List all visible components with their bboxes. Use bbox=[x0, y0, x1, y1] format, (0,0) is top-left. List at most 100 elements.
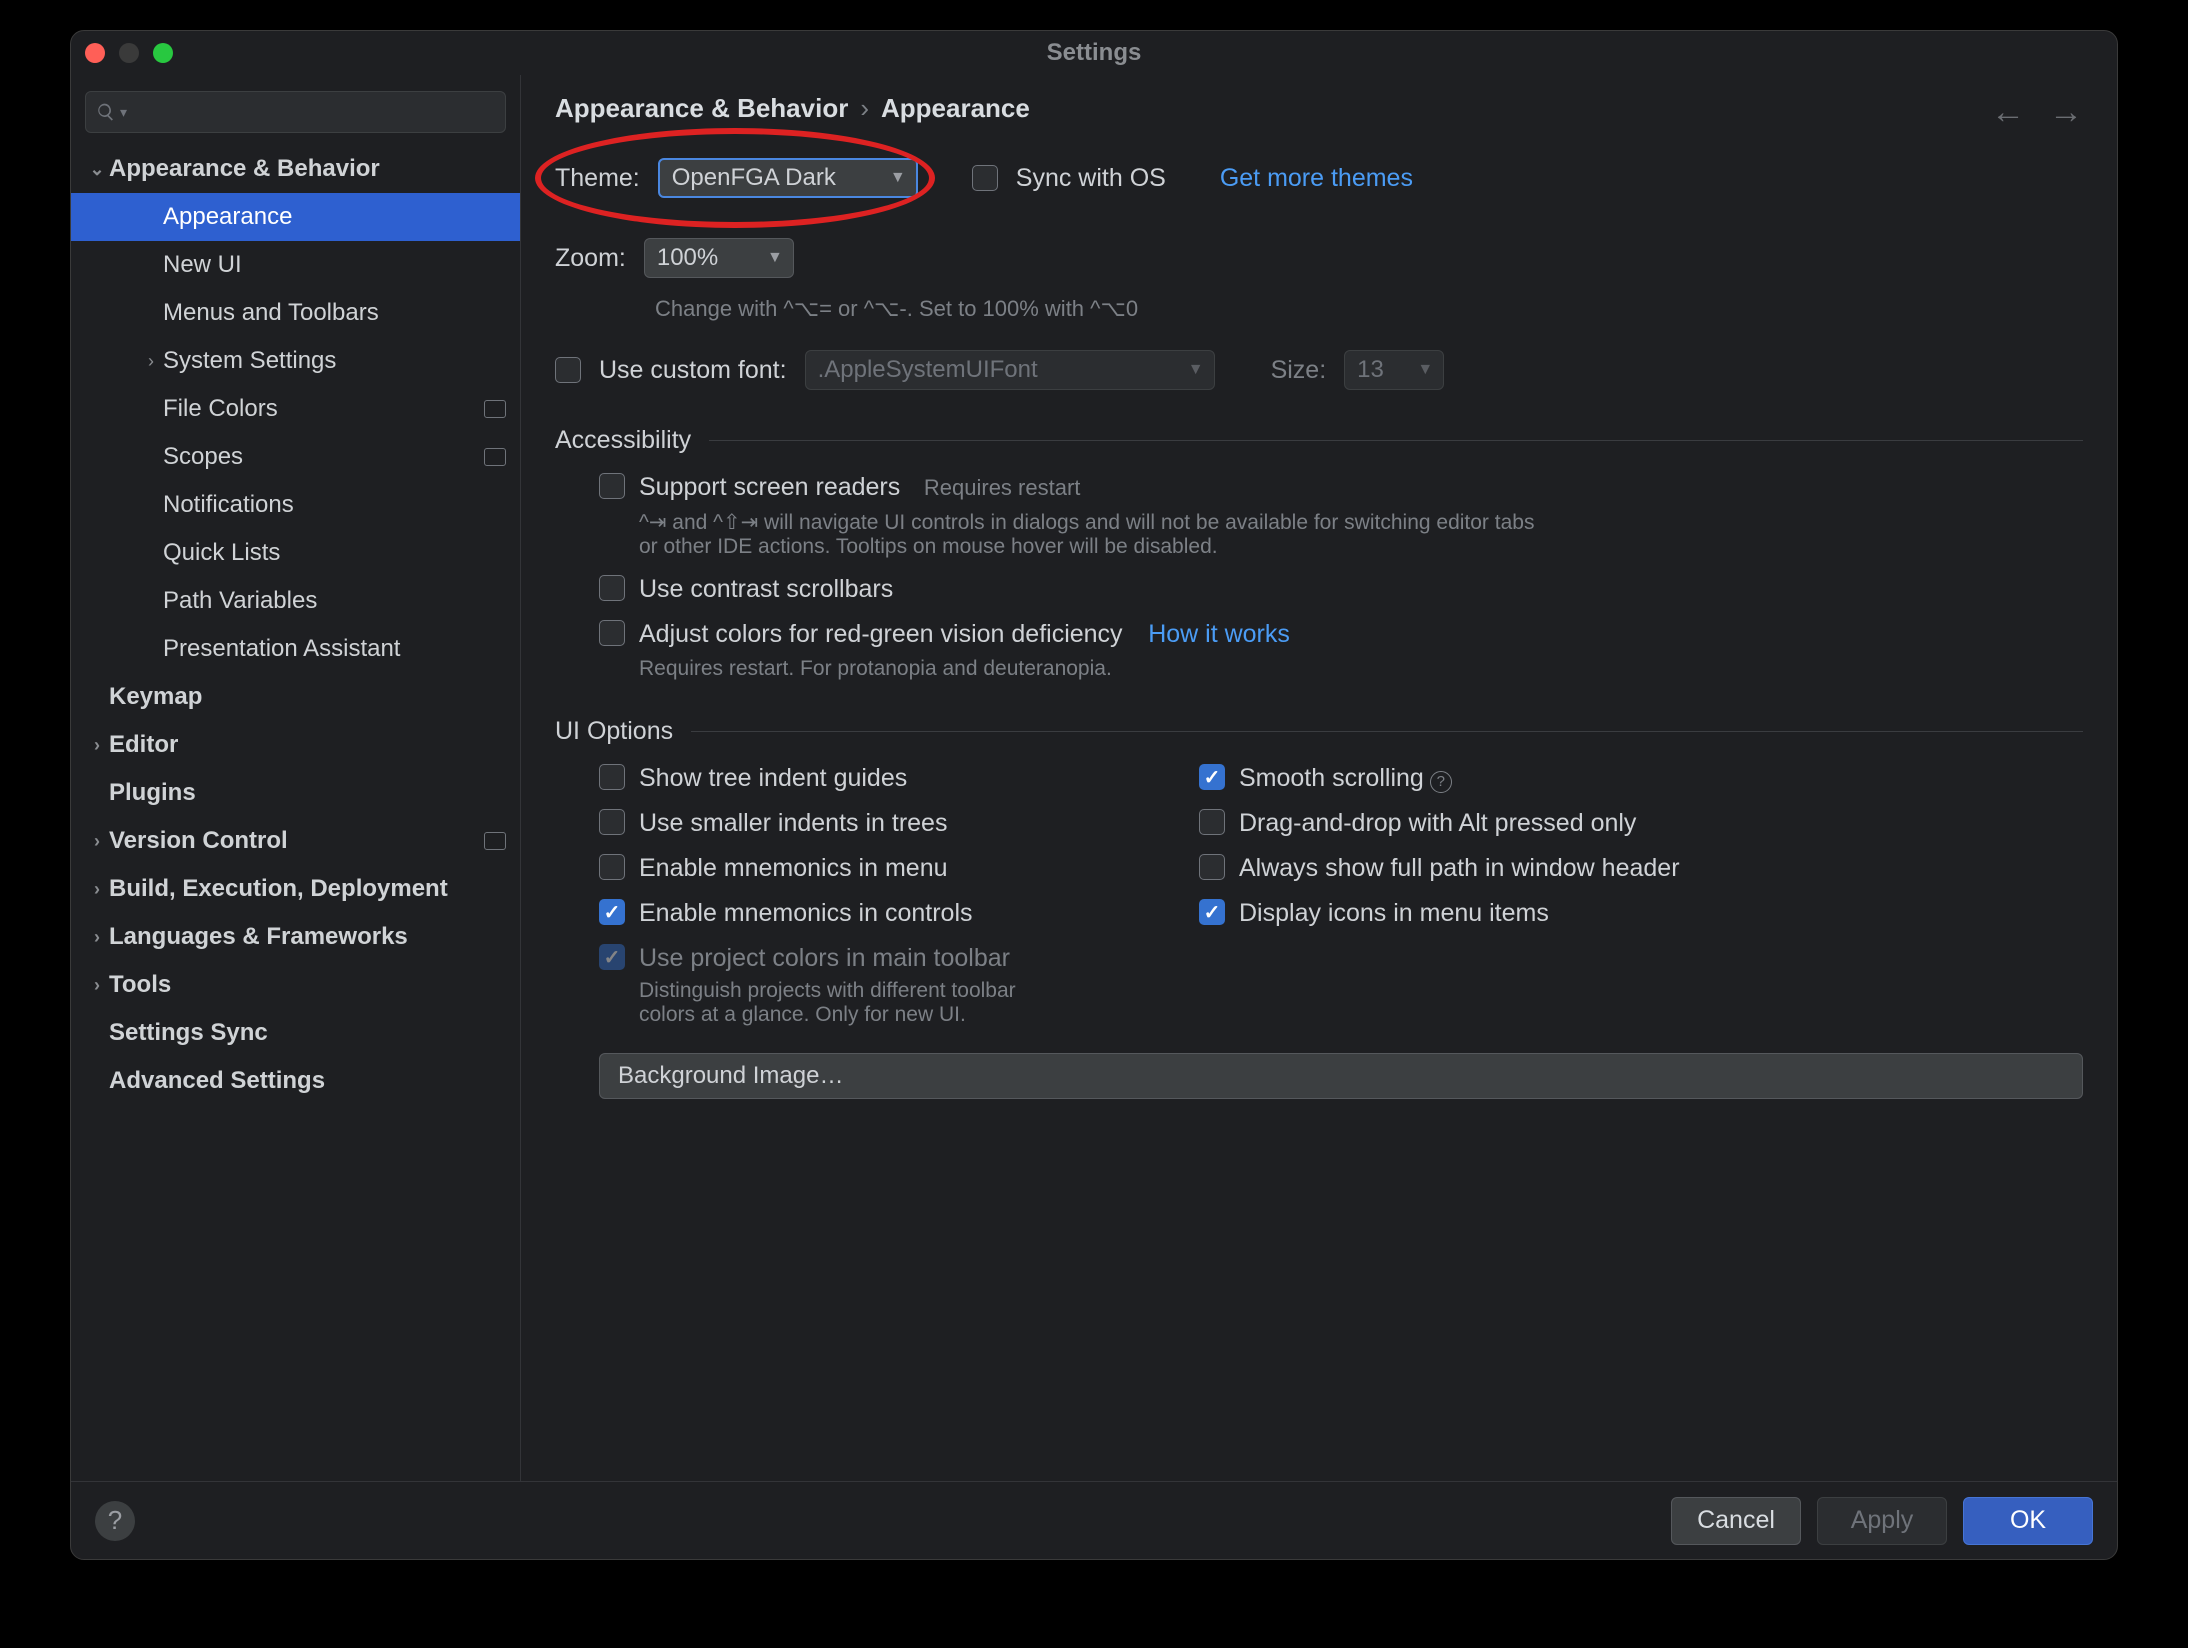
settings-sidebar: ▾ ⌄Appearance & Behavior Appearance New UI… bbox=[71, 75, 521, 1481]
custom-font-checkbox[interactable] bbox=[555, 357, 581, 383]
sidebar-item-scopes[interactable]: Scopes bbox=[71, 433, 520, 481]
option-checkbox[interactable] bbox=[1199, 854, 1225, 880]
help-button[interactable]: ? bbox=[95, 1501, 135, 1541]
sidebar-item-label: Plugins bbox=[109, 779, 196, 807]
sidebar-item-file-colors[interactable]: File Colors bbox=[71, 385, 520, 433]
get-more-themes-link[interactable]: Get more themes bbox=[1220, 164, 1413, 193]
sidebar-item-label: Editor bbox=[109, 731, 178, 759]
ok-button[interactable]: OK bbox=[1963, 1497, 2093, 1545]
sidebar-item-notifications[interactable]: Notifications bbox=[71, 481, 520, 529]
option-checkbox[interactable] bbox=[1199, 899, 1225, 925]
nav-history: ← → bbox=[1991, 93, 2083, 132]
sidebar-item-editor[interactable]: ›Editor bbox=[71, 721, 520, 769]
option-checkbox bbox=[599, 944, 625, 970]
ui-options-section: UI Options bbox=[555, 717, 2083, 746]
sidebar-item-label: Presentation Assistant bbox=[163, 635, 400, 663]
scope-tag-icon bbox=[484, 400, 506, 418]
settings-tree: ⌄Appearance & Behavior Appearance New UI Me… bbox=[71, 145, 520, 1481]
sidebar-item-keymap[interactable]: Keymap bbox=[71, 673, 520, 721]
section-title-text: UI Options bbox=[555, 717, 673, 746]
how-it-works-link[interactable]: How it works bbox=[1148, 620, 1290, 648]
color-deficiency-checkbox[interactable] bbox=[599, 620, 625, 646]
sidebar-item-label: Tools bbox=[109, 971, 171, 999]
sidebar-item-tools[interactable]: ›Tools bbox=[71, 961, 520, 1009]
sidebar-item-presentation-assistant[interactable]: Presentation Assistant bbox=[71, 625, 520, 673]
search-dropdown-caret: ▾ bbox=[120, 104, 127, 121]
sync-with-os-checkbox[interactable] bbox=[972, 165, 998, 191]
sidebar-item-plugins[interactable]: Plugins bbox=[71, 769, 520, 817]
forward-button[interactable]: → bbox=[2049, 93, 2083, 132]
chevron-down-icon: ▼ bbox=[767, 249, 783, 267]
search-field[interactable]: ▾ bbox=[85, 91, 506, 133]
option-checkbox[interactable] bbox=[599, 854, 625, 880]
breadcrumb-root[interactable]: Appearance & Behavior bbox=[555, 93, 848, 124]
back-button[interactable]: ← bbox=[1991, 93, 2025, 132]
option-checkbox[interactable] bbox=[599, 899, 625, 925]
close-window-button[interactable] bbox=[85, 43, 105, 63]
option-row: Use project colors in main toolbar Distin… bbox=[599, 944, 1119, 1027]
font-value: .AppleSystemUIFont bbox=[818, 356, 1038, 384]
scope-tag-icon bbox=[484, 448, 506, 466]
ui-options-left: Show tree indent guidesUse smaller inden… bbox=[599, 764, 1119, 1043]
option-row: Drag-and-drop with Alt pressed only bbox=[1199, 809, 1719, 838]
sidebar-item-appearance-behavior[interactable]: ⌄Appearance & Behavior bbox=[71, 145, 520, 193]
sidebar-item-label: Appearance bbox=[163, 203, 292, 231]
custom-font-row: Use custom font: .AppleSystemUIFont ▼ Si… bbox=[555, 350, 2083, 390]
sidebar-item-label: Path Variables bbox=[163, 587, 317, 615]
sidebar-item-new-ui[interactable]: New UI bbox=[71, 241, 520, 289]
sidebar-item-advanced-settings[interactable]: Advanced Settings bbox=[71, 1057, 520, 1105]
sidebar-item-system-settings[interactable]: ›System Settings bbox=[71, 337, 520, 385]
theme-label: Theme: bbox=[555, 164, 640, 193]
search-icon bbox=[96, 102, 116, 122]
zoom-value: 100% bbox=[657, 244, 718, 272]
sidebar-item-label: Menus and Toolbars bbox=[163, 299, 379, 327]
sidebar-item-build-execution-deployment[interactable]: ›Build, Execution, Deployment bbox=[71, 865, 520, 913]
option-checkbox[interactable] bbox=[1199, 764, 1225, 790]
sidebar-item-version-control[interactable]: ›Version Control bbox=[71, 817, 520, 865]
option-checkbox[interactable] bbox=[599, 764, 625, 790]
screen-readers-checkbox[interactable] bbox=[599, 473, 625, 499]
sidebar-item-label: Version Control bbox=[109, 827, 288, 855]
sidebar-item-label: Quick Lists bbox=[163, 539, 280, 567]
color-deficiency-label: Adjust colors for red-green vision defic… bbox=[639, 620, 1123, 648]
sidebar-item-label: Settings Sync bbox=[109, 1019, 268, 1047]
divider bbox=[691, 731, 2083, 732]
option-row: Enable mnemonics in controls bbox=[599, 899, 1119, 928]
zoom-label: Zoom: bbox=[555, 244, 626, 273]
color-deficiency-hint: Requires restart. For protanopia and deu… bbox=[639, 657, 1290, 681]
cancel-button[interactable]: Cancel bbox=[1671, 1497, 1801, 1545]
sidebar-item-settings-sync[interactable]: Settings Sync bbox=[71, 1009, 520, 1057]
option-label: Always show full path in window header bbox=[1239, 854, 1680, 882]
apply-button[interactable]: Apply bbox=[1817, 1497, 1947, 1545]
theme-select[interactable]: OpenFGA Dark ▼ bbox=[658, 158, 918, 198]
sidebar-item-appearance[interactable]: Appearance bbox=[71, 193, 520, 241]
option-label: Use project colors in main toolbar bbox=[639, 944, 1010, 972]
sidebar-item-label: Languages & Frameworks bbox=[109, 923, 408, 951]
zoom-window-button[interactable] bbox=[153, 43, 173, 63]
zoom-select[interactable]: 100% ▼ bbox=[644, 238, 794, 278]
sidebar-item-path-variables[interactable]: Path Variables bbox=[71, 577, 520, 625]
sidebar-item-label: System Settings bbox=[163, 347, 336, 375]
background-image-button[interactable]: Background Image… bbox=[599, 1053, 2083, 1099]
section-title-text: Accessibility bbox=[555, 426, 691, 455]
sidebar-item-label: Scopes bbox=[163, 443, 243, 471]
contrast-scrollbars-checkbox[interactable] bbox=[599, 575, 625, 601]
option-label: Enable mnemonics in controls bbox=[639, 899, 973, 927]
size-select[interactable]: 13 ▼ bbox=[1344, 350, 1444, 390]
tree-arrow-icon: › bbox=[85, 879, 109, 900]
accessibility-section: Accessibility bbox=[555, 426, 2083, 455]
font-select[interactable]: .AppleSystemUIFont ▼ bbox=[805, 350, 1215, 390]
screen-readers-row: Support screen readers Requires restart … bbox=[599, 473, 2083, 559]
size-label: Size: bbox=[1271, 356, 1327, 385]
sidebar-item-languages-frameworks[interactable]: ›Languages & Frameworks bbox=[71, 913, 520, 961]
info-icon[interactable]: ? bbox=[1430, 771, 1452, 793]
tree-arrow-icon: › bbox=[85, 735, 109, 756]
sidebar-item-menus-and-toolbars[interactable]: Menus and Toolbars bbox=[71, 289, 520, 337]
option-hint: Distinguish projects with different tool… bbox=[639, 979, 1039, 1027]
sidebar-item-quick-lists[interactable]: Quick Lists bbox=[71, 529, 520, 577]
option-checkbox[interactable] bbox=[599, 809, 625, 835]
option-checkbox[interactable] bbox=[1199, 809, 1225, 835]
window-title: Settings bbox=[1047, 39, 1142, 67]
chevron-down-icon: ▼ bbox=[1188, 361, 1204, 379]
minimize-window-button[interactable] bbox=[119, 43, 139, 63]
